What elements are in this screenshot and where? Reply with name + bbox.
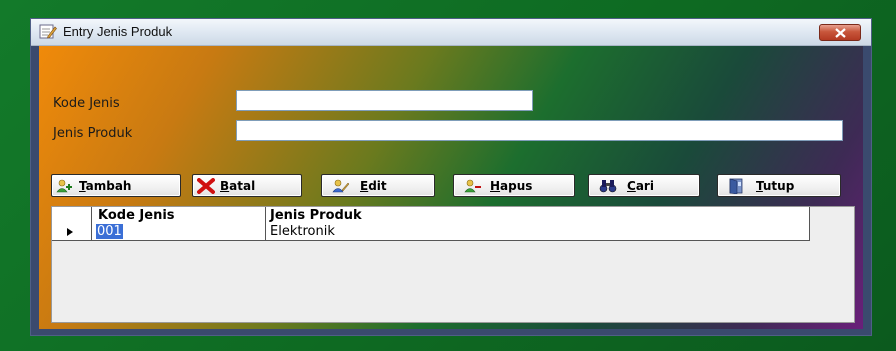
batal-button[interactable]: Batal bbox=[192, 174, 302, 197]
jenis-produk-label: Jenis Produk bbox=[53, 126, 133, 141]
form-client-area: Kode Jenis Jenis Produk Tambah Batal Edi… bbox=[39, 46, 863, 329]
jenis-produk-input[interactable] bbox=[236, 120, 843, 141]
grid-header: Kode Jenis Jenis Produk bbox=[52, 207, 810, 225]
add-user-icon bbox=[56, 179, 72, 192]
cell-kode-jenis[interactable]: 001 bbox=[92, 224, 266, 240]
edit-button[interactable]: Edit bbox=[321, 174, 435, 197]
close-icon bbox=[835, 28, 846, 38]
row-indicator bbox=[52, 224, 92, 240]
window-title: Entry Jenis Produk bbox=[63, 24, 173, 39]
edit-label: Edit bbox=[360, 178, 387, 193]
cari-button[interactable]: Cari bbox=[588, 174, 700, 197]
current-row-arrow-icon bbox=[67, 228, 73, 236]
table-row[interactable]: 001 Elektronik bbox=[52, 224, 810, 241]
cell-jenis-produk[interactable]: Elektronik bbox=[266, 224, 810, 240]
column-header-jenis-produk[interactable]: Jenis Produk bbox=[266, 207, 810, 224]
tambah-label: Tambah bbox=[79, 178, 132, 193]
cari-label: Cari bbox=[627, 178, 654, 193]
cancel-x-icon bbox=[197, 177, 215, 194]
edit-user-icon bbox=[332, 179, 350, 192]
close-button[interactable] bbox=[819, 24, 861, 41]
title-bar[interactable]: Entry Jenis Produk bbox=[31, 19, 871, 46]
exit-door-icon bbox=[729, 178, 743, 194]
column-header-kode-jenis[interactable]: Kode Jenis bbox=[92, 207, 266, 224]
kode-jenis-input[interactable] bbox=[236, 90, 533, 111]
hapus-label: Hapus bbox=[490, 178, 533, 193]
jenis-produk-grid[interactable]: Kode Jenis Jenis Produk 001 Elektronik bbox=[51, 206, 855, 323]
kode-jenis-label: Kode Jenis bbox=[53, 96, 120, 111]
form-edit-icon bbox=[39, 24, 57, 39]
entry-jenis-produk-window: Entry Jenis Produk Kode Jenis Jenis Prod… bbox=[30, 18, 872, 336]
batal-label: Batal bbox=[220, 178, 256, 193]
tutup-button[interactable]: Tutup bbox=[717, 174, 841, 197]
delete-user-icon bbox=[464, 179, 481, 192]
hapus-button[interactable]: Hapus bbox=[453, 174, 575, 197]
header-indicator-cell bbox=[52, 207, 92, 224]
tambah-button[interactable]: Tambah bbox=[51, 174, 181, 197]
binoculars-icon bbox=[599, 179, 617, 192]
tutup-label: Tutup bbox=[756, 178, 795, 193]
